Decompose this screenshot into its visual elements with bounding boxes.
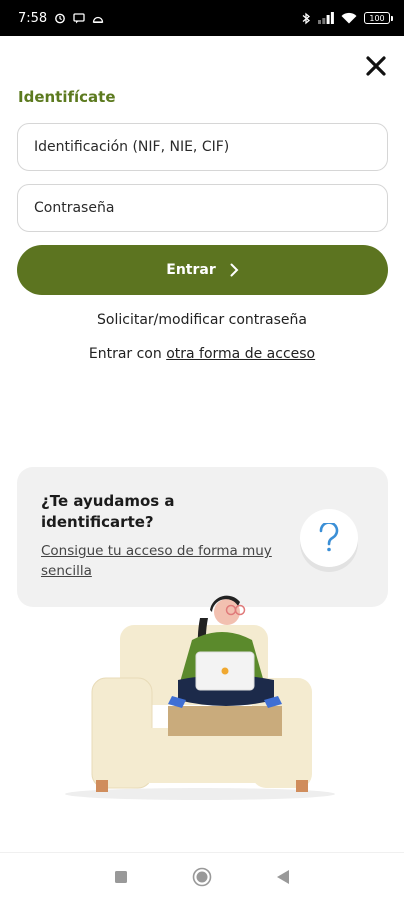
help-card-title: ¿Te ayudamos a identificarte?: [41, 492, 175, 531]
android-nav-bar: [0, 852, 404, 900]
status-right: 100: [302, 12, 393, 25]
wifi-icon: [341, 12, 357, 24]
enter-button[interactable]: Entrar: [17, 245, 388, 295]
page-title: Identifícate: [18, 88, 116, 106]
person-with-laptop-illustration: [65, 595, 335, 800]
close-icon: [366, 56, 386, 76]
enter-button-label: Entrar: [166, 262, 216, 278]
password-placeholder: Contraseña: [34, 200, 115, 216]
status-left: 7:58: [18, 11, 104, 26]
other-access-row: Entrar con otra forma de acceso: [0, 346, 404, 362]
help-card-link[interactable]: Consigue tu acceso de forma muy sencilla: [41, 541, 291, 581]
other-access-link[interactable]: otra forma de acceso: [166, 346, 315, 362]
help-card: ¿Te ayudamos a identificarte? Consigue t…: [17, 467, 388, 607]
request-password-text[interactable]: Solicitar/modificar contraseña: [97, 312, 307, 328]
android-icon: [92, 13, 104, 24]
request-password-link[interactable]: Solicitar/modificar contraseña: [0, 312, 404, 328]
status-time: 7:58: [18, 10, 48, 26]
signal-icon: [318, 12, 334, 24]
battery-icon: 100: [364, 12, 393, 24]
other-access-prefix: Entrar con: [88, 346, 162, 362]
recents-square-icon[interactable]: [109, 865, 133, 889]
identification-input[interactable]: Identificación (NIF, NIE, CIF): [17, 123, 388, 171]
message-icon: [73, 12, 85, 24]
status-bar: 7:58 100: [0, 0, 404, 36]
back-triangle-icon[interactable]: [271, 865, 295, 889]
close-button[interactable]: [360, 50, 392, 82]
alarm-icon: [54, 12, 66, 24]
chevron-right-icon: [230, 263, 239, 277]
home-circle-icon[interactable]: [190, 865, 214, 889]
question-icon[interactable]: [300, 509, 358, 567]
bluetooth-icon: [302, 12, 311, 25]
password-input[interactable]: Contraseña: [17, 184, 388, 232]
identification-placeholder: Identificación (NIF, NIE, CIF): [34, 139, 230, 155]
